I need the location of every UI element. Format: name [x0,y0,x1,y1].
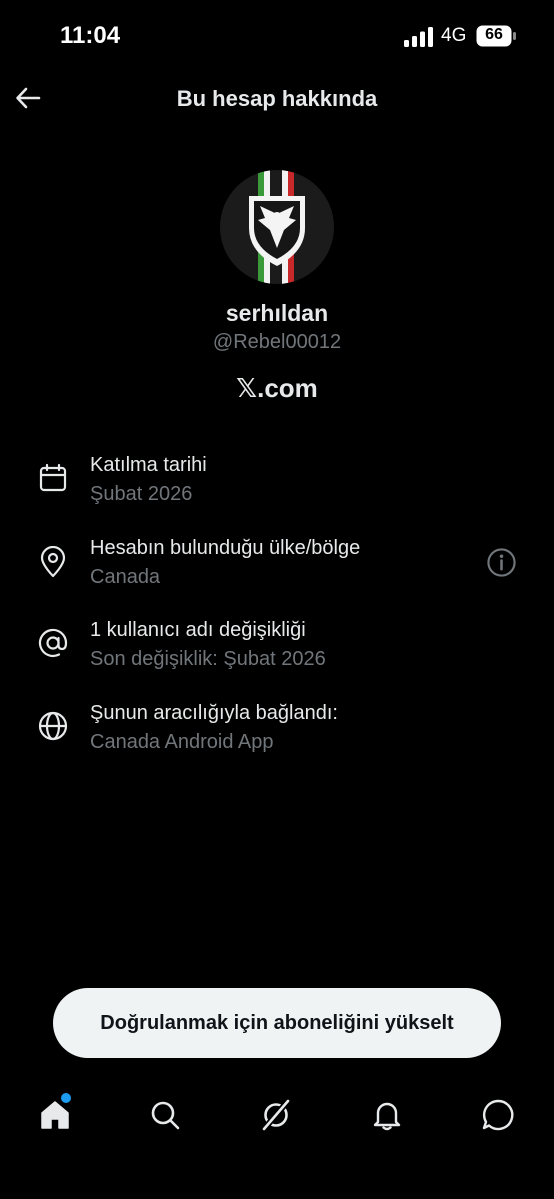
upgrade-subscription-button[interactable]: Doğrulanmak için aboneliğini yükselt [53,988,501,1058]
battery-indicator: 66 [476,25,516,47]
username-changes-value: Son değişiklik: Şubat 2026 [90,648,326,670]
page-title: Bu hesap hakkında [176,86,378,111]
connected-via-value: Canada Android App [90,731,274,753]
status-time: 11:04 [60,22,121,49]
avatar[interactable] [220,170,334,284]
platform-label: 𝕏.com [236,373,318,403]
eagle-emblem-icon [249,170,305,284]
messages-icon[interactable] [481,1098,515,1132]
home-icon[interactable] [38,1098,72,1132]
grok-icon[interactable] [259,1098,293,1132]
cellular-signal-icon [404,27,433,47]
joined-date-label: Katılma tarihi [90,454,207,476]
network-type: 4G [441,25,467,46]
display-name: serhıldan [225,300,329,326]
account-location-value: Canada [90,566,161,588]
user-handle: @Rebel00012 [212,331,342,353]
at-sign-icon [38,628,68,658]
battery-level: 66 [485,26,503,43]
joined-date-value: Şubat 2026 [90,483,193,505]
username-changes-label: 1 kullanıcı adı değişikliği [90,619,306,641]
search-icon[interactable] [148,1098,182,1132]
account-location-label: Hesabın bulunduğu ülke/bölge [90,537,361,559]
notifications-icon[interactable] [370,1098,404,1132]
home-notification-dot [61,1093,71,1103]
connected-via-label: Şunun aracılığıyla bağlandı: [90,702,338,724]
calendar-icon [39,463,67,492]
location-pin-icon [40,546,66,578]
info-icon[interactable] [486,547,517,578]
globe-icon [38,711,68,741]
